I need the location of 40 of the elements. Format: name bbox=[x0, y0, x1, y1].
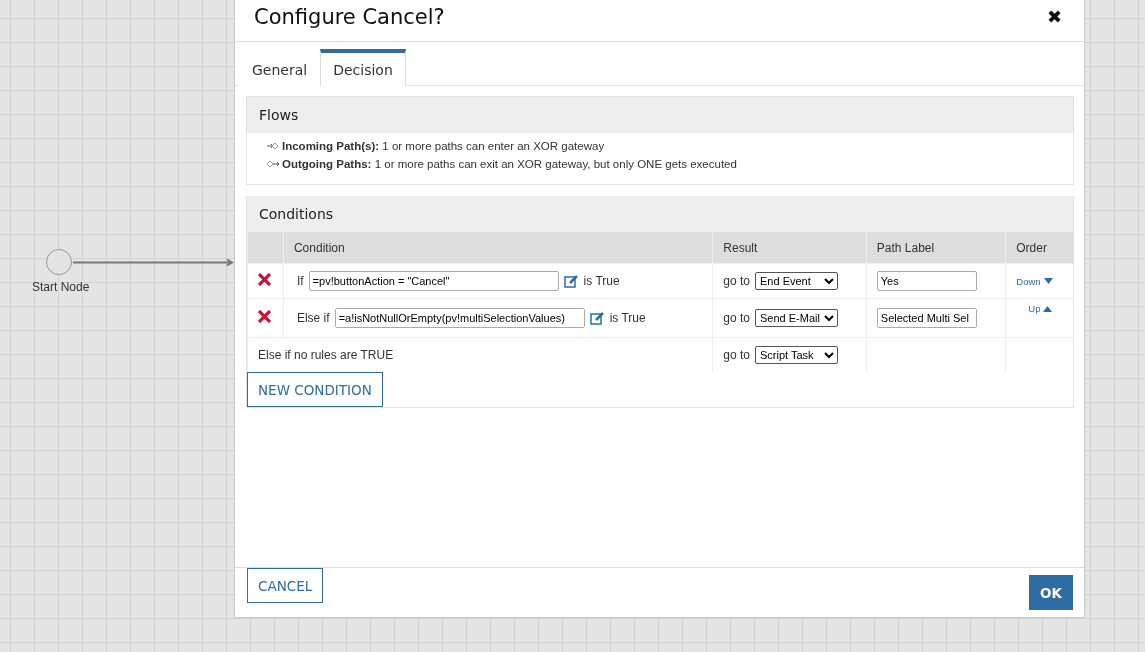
result-dropdown[interactable]: End Event bbox=[755, 272, 838, 290]
section-title: Flows bbox=[247, 97, 1073, 133]
column-header: Path Label bbox=[866, 232, 1006, 264]
node-label: Start Node bbox=[32, 280, 90, 294]
caret-up-icon bbox=[1043, 305, 1053, 312]
close-button[interactable]: ✖ bbox=[1047, 6, 1062, 28]
path-label-field[interactable]: Selected Multi Sel bbox=[876, 308, 977, 328]
condition-keyword: Else if bbox=[296, 311, 330, 325]
flow-description: Incoming Path(s): 1 or more paths can enter an XOR gateway bbox=[282, 140, 605, 152]
dialog-title: Configure Cancel? bbox=[254, 5, 445, 29]
delete-icon[interactable] bbox=[258, 310, 271, 323]
expression-field[interactable]: =a!isNotNullOrEmpty(pv!multiSelectionValues) bbox=[334, 308, 585, 328]
start-node-circle bbox=[46, 249, 72, 275]
expression-field[interactable]: =pv!buttonAction = "Cancel" bbox=[308, 271, 559, 291]
condition-suffix: is True bbox=[609, 311, 646, 325]
goto-label: go to bbox=[723, 311, 750, 325]
caret-down-icon bbox=[1043, 278, 1053, 284]
order-link[interactable]: Down bbox=[1016, 275, 1063, 287]
column-header: Result bbox=[712, 232, 867, 264]
incoming-path-icon bbox=[267, 142, 279, 150]
outgoing-path-icon bbox=[267, 160, 279, 168]
delete-icon[interactable] bbox=[258, 273, 271, 286]
cancel-button[interactable]: CANCEL bbox=[247, 568, 324, 603]
edit-icon[interactable] bbox=[589, 311, 605, 325]
column-header: Order bbox=[1005, 232, 1073, 264]
ok-button[interactable]: OK bbox=[1029, 575, 1073, 610]
path-label-field[interactable]: Yes bbox=[876, 271, 977, 291]
column-header: Condition bbox=[283, 232, 713, 264]
condition-keyword: If bbox=[296, 274, 304, 288]
section-title: Conditions bbox=[247, 196, 1073, 232]
goto-label: go to bbox=[723, 274, 750, 288]
result-dropdown[interactable]: Script Task bbox=[755, 346, 838, 364]
order-link[interactable]: Up bbox=[1028, 303, 1063, 314]
goto-label: go to bbox=[723, 348, 750, 362]
new-condition-button[interactable]: NEW CONDITION bbox=[247, 372, 383, 407]
flow-description: Outgoing Paths: 1 or more paths can exit an XOR gateway, but only ONE gets executed bbox=[282, 158, 737, 170]
condition-suffix: is True bbox=[583, 274, 620, 288]
edit-icon[interactable] bbox=[563, 274, 579, 288]
result-dropdown[interactable]: Send E-Mail bbox=[755, 309, 838, 327]
tab[interactable]: Decision bbox=[320, 49, 406, 86]
